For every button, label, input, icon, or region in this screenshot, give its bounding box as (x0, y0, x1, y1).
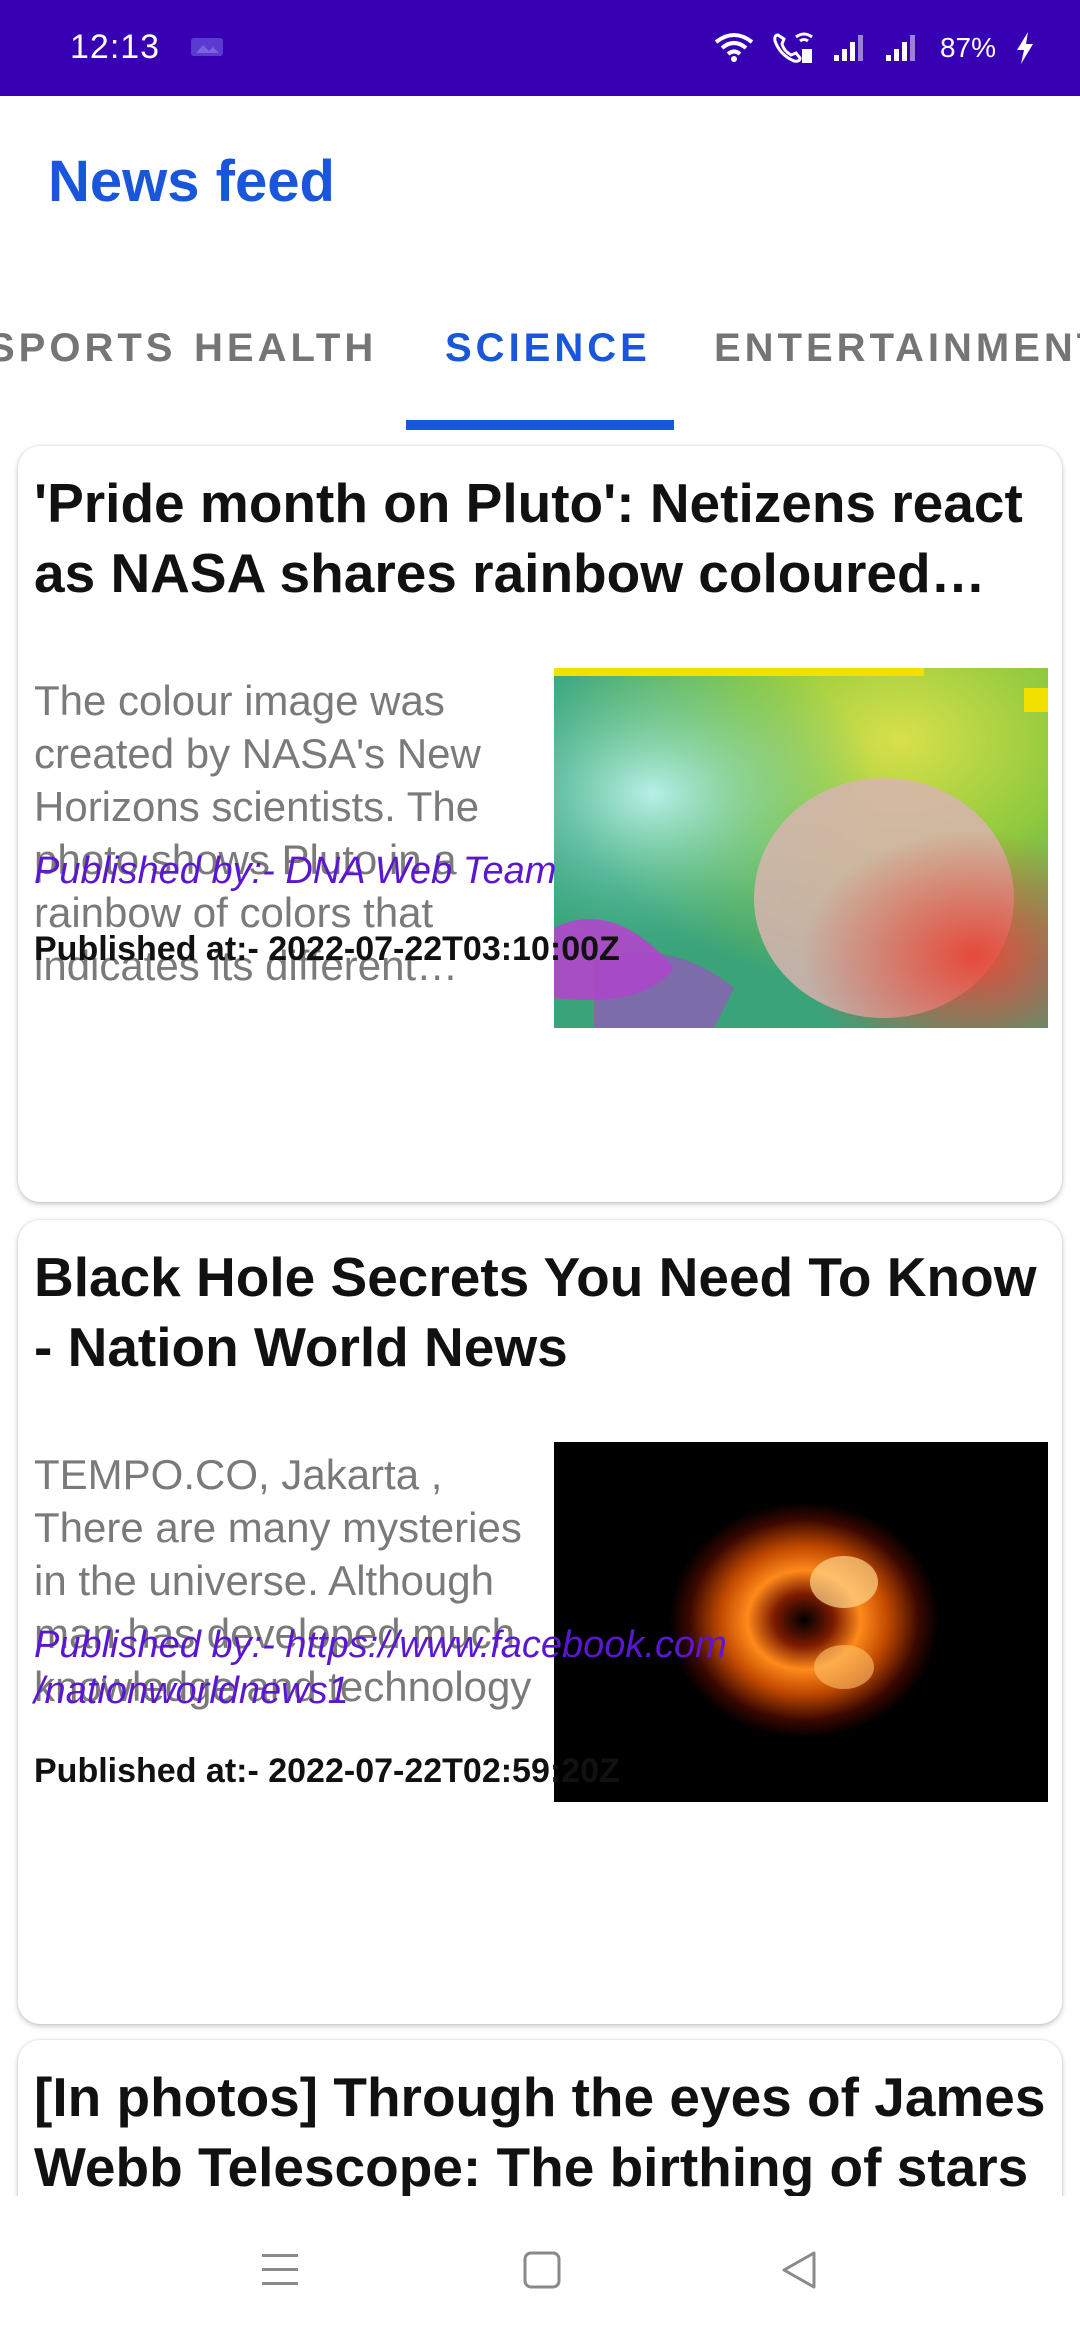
status-icons: 87% (714, 26, 1036, 70)
tab-health[interactable]: HEALTH (194, 326, 377, 371)
photo-icon (191, 38, 223, 56)
back-triangle-icon[interactable] (770, 2240, 830, 2300)
tab-sports[interactable]: SPORTS (0, 326, 176, 371)
system-nav-bar (0, 2196, 1080, 2340)
category-tabs: SPORTS HEALTH SCIENCE ENTERTAINMENT (0, 300, 1080, 432)
signal-2-icon (885, 35, 915, 61)
article-title: [In photos] Through the eyes of James We… (34, 2066, 1046, 2198)
charging-bolt-icon (1017, 32, 1033, 64)
article-author: Published by:- DNA Web Team (34, 850, 557, 892)
article-title: 'Pride month on Pluto': Netizens react a… (34, 472, 1023, 604)
active-tab-indicator (406, 420, 674, 430)
article-title: Black Hole Secrets You Need To Know - Na… (34, 1246, 1037, 1378)
article-date: Published at:- 2022-07-22T02:59:20Z (34, 1752, 620, 1790)
article-date: Published at:- 2022-07-22T03:10:00Z (34, 930, 620, 968)
article-card[interactable]: Black Hole Secrets You Need To Know - Na… (18, 1220, 1062, 2024)
home-square-icon[interactable] (512, 2240, 572, 2300)
tab-entertainment[interactable]: ENTERTAINMENT (714, 326, 1080, 371)
menu-icon[interactable] (250, 2240, 310, 2300)
page-title: News feed (48, 149, 335, 214)
article-author: Published by:- https://www.facebook.com … (34, 1624, 727, 1712)
tab-science[interactable]: SCIENCE (445, 326, 651, 371)
wifi-icon (714, 33, 754, 62)
status-bar: 12:13 87% (0, 0, 1080, 96)
article-card[interactable]: 'Pride month on Pluto': Netizens react a… (18, 446, 1062, 1202)
status-time: 12:13 (70, 28, 161, 66)
signal-1-icon (833, 35, 863, 61)
vowifi-call-icon (773, 32, 813, 63)
battery-percent: 87% (939, 32, 996, 63)
